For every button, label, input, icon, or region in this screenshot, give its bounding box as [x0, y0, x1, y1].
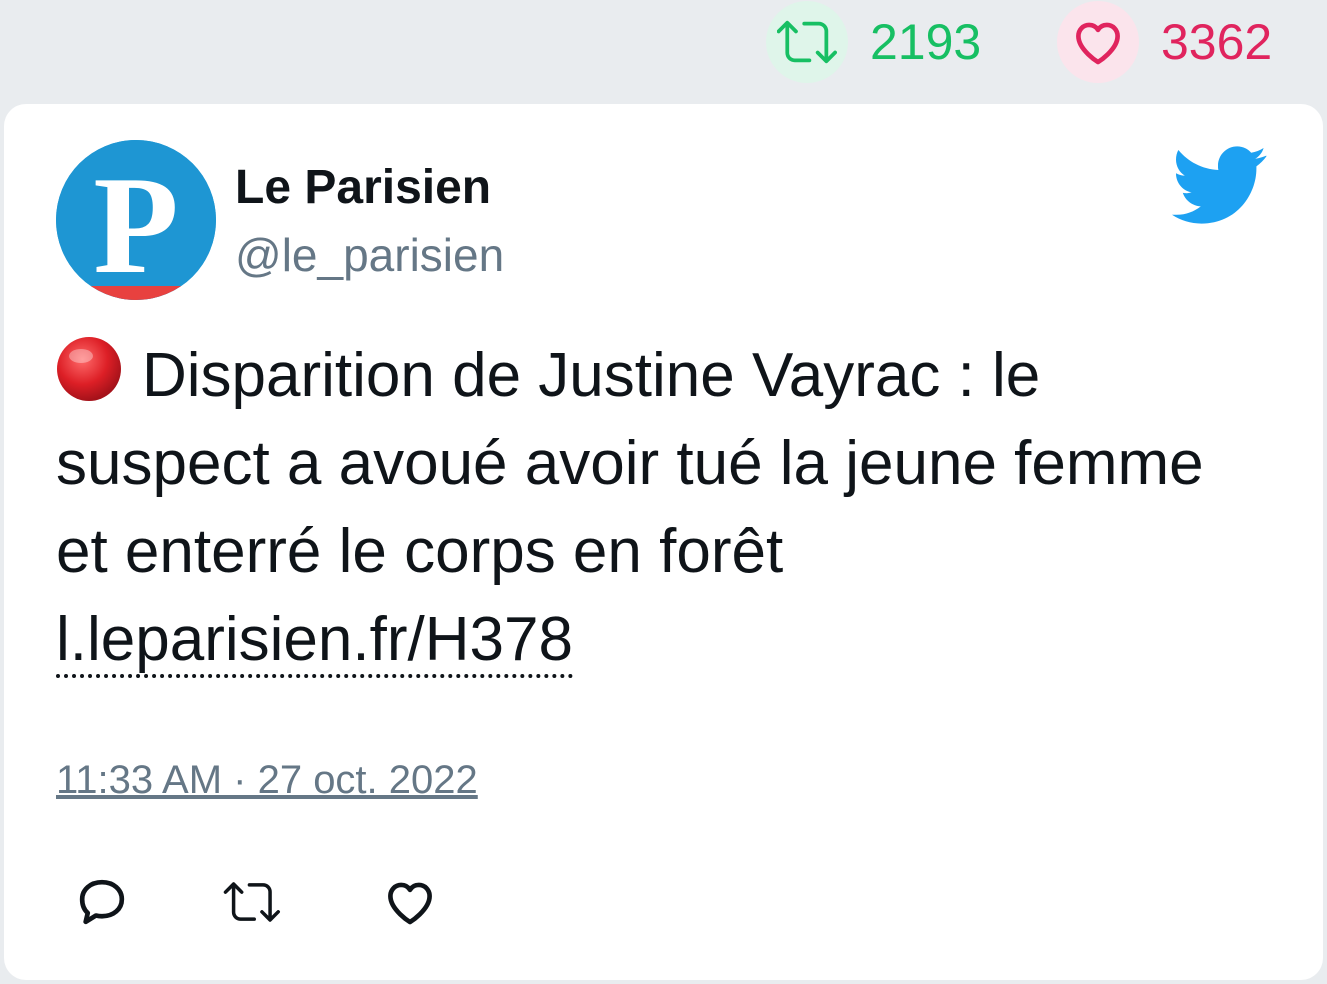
heart-icon[interactable] [382, 874, 438, 930]
like-count: 3362 [1161, 14, 1273, 70]
avatar-letter: P [93, 148, 179, 300]
tweet-card: P Le Parisien @le_parisien Disparition d… [4, 104, 1323, 980]
retweet-icon [766, 1, 848, 83]
heart-icon [1057, 1, 1139, 83]
red-circle-icon [56, 336, 122, 402]
tweet-link[interactable]: l.leparisien.fr/H378 [56, 605, 573, 678]
retweet-count: 2193 [870, 14, 982, 70]
retweet-icon[interactable] [222, 874, 280, 930]
author-handle[interactable]: @le_parisien [235, 232, 504, 278]
avatar[interactable]: P [56, 140, 216, 300]
twitter-bird-icon[interactable] [1172, 146, 1268, 231]
retweet-stat[interactable]: 2193 [766, 0, 981, 84]
author-name[interactable]: Le Parisien [235, 164, 491, 212]
tweet-text: Disparition de Justine Vayrac : le suspe… [56, 332, 1236, 684]
engagement-stats: 2193 3362 [0, 0, 1327, 90]
tweet-timestamp[interactable]: 11:33 AM · 27 oct. 2022 [56, 760, 478, 800]
like-stat[interactable]: 3362 [1057, 0, 1272, 84]
tweet-body: Disparition de Justine Vayrac : le suspe… [56, 341, 1204, 586]
reply-icon[interactable] [74, 874, 130, 930]
